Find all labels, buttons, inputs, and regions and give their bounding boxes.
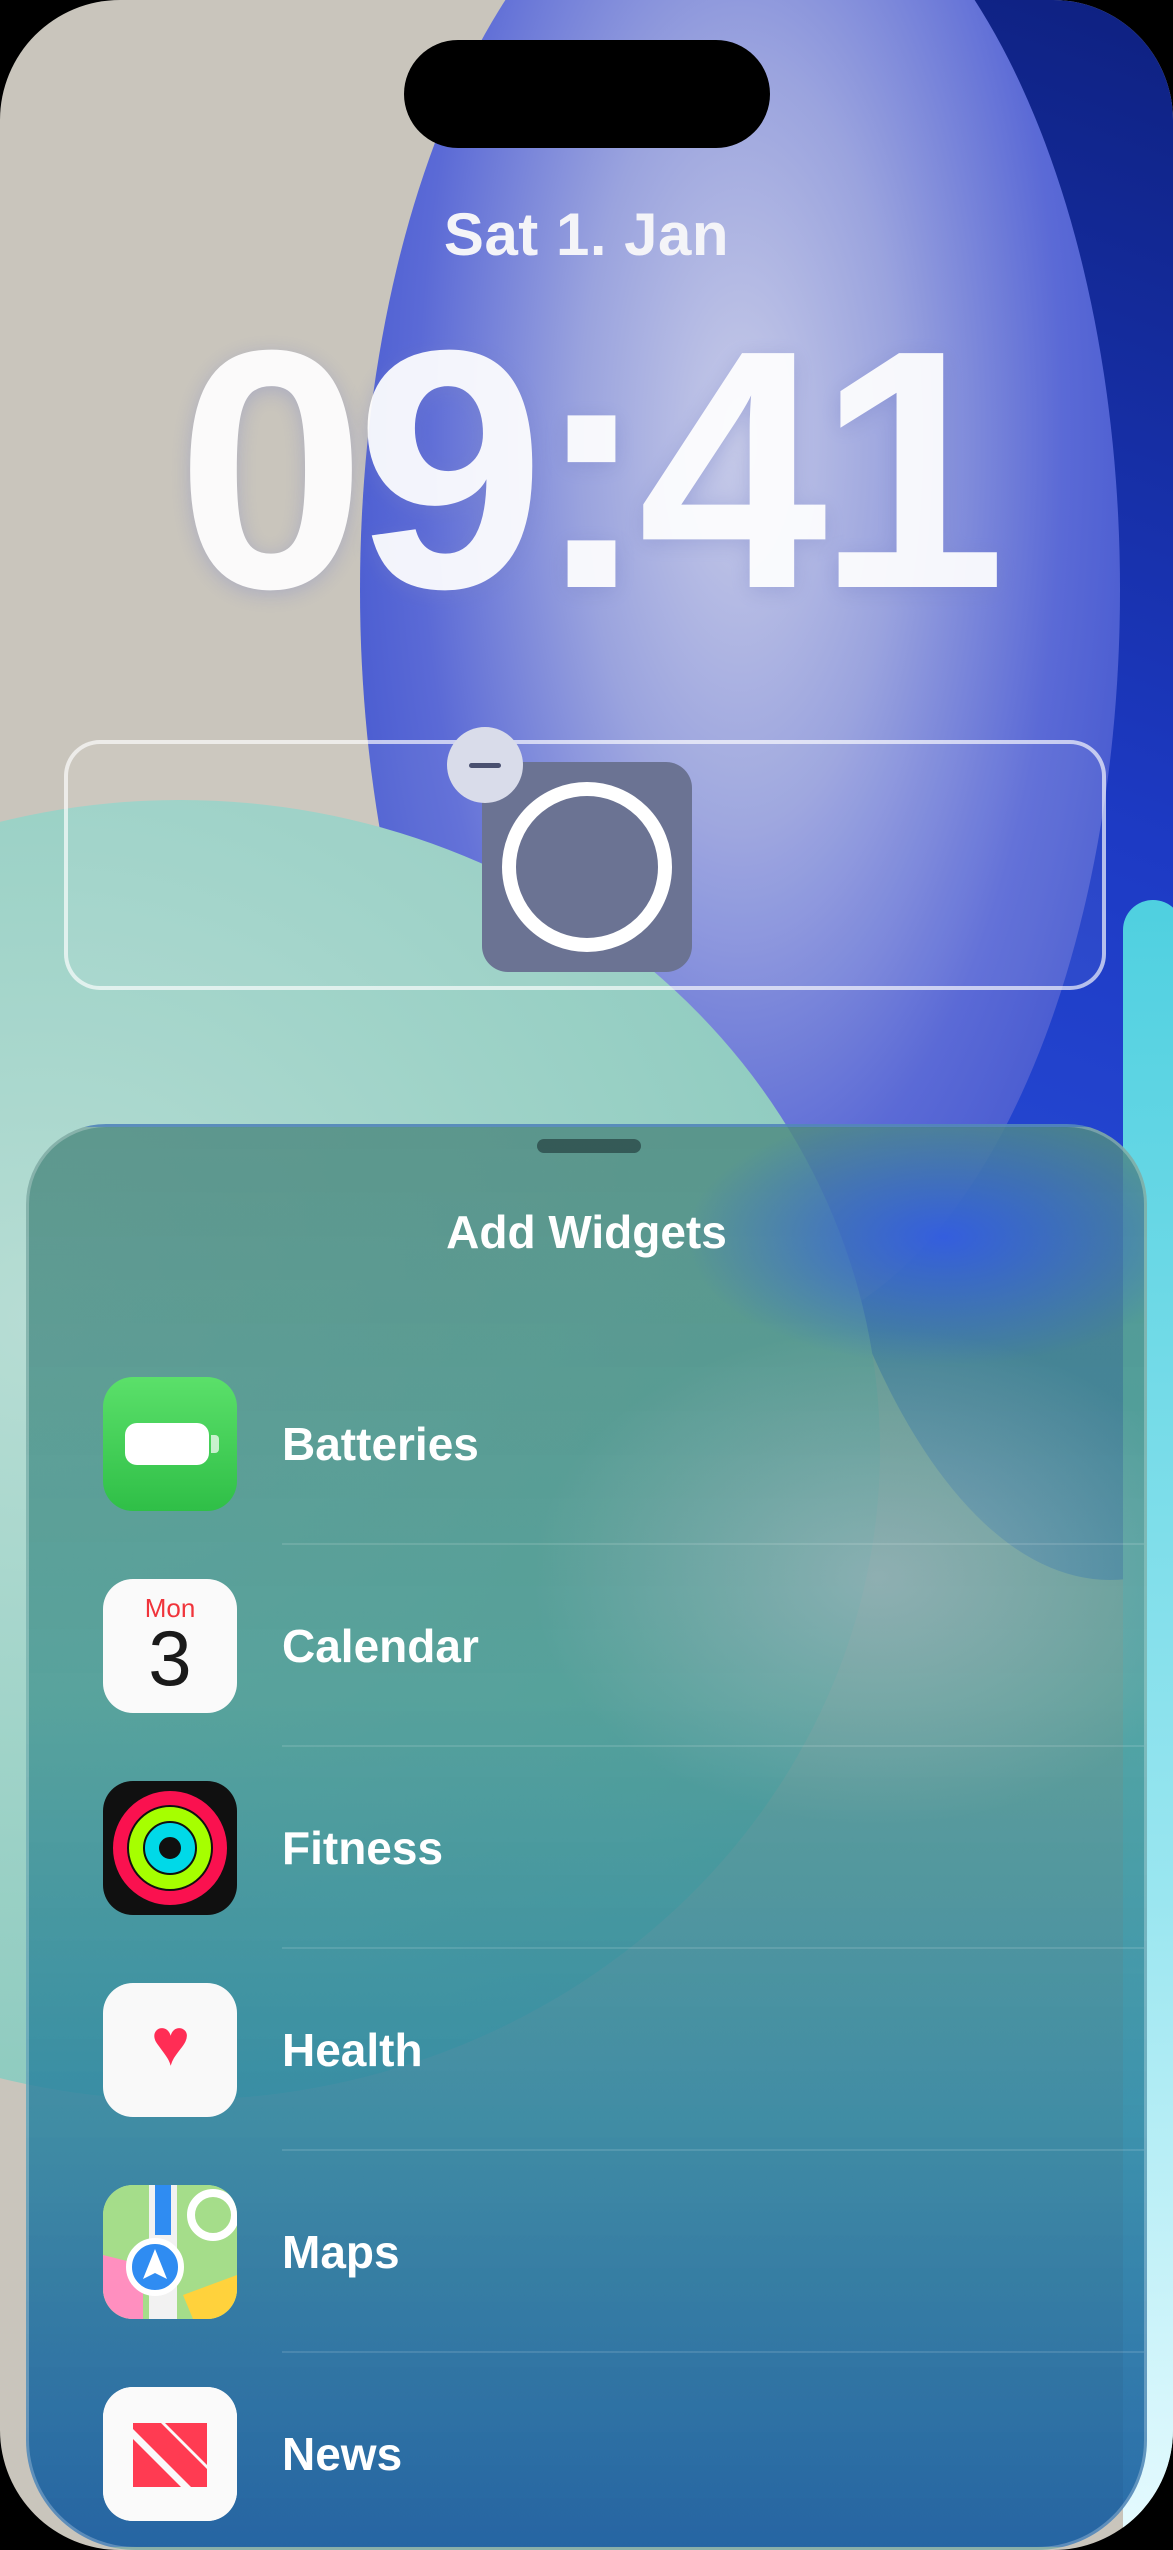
list-item-label: News bbox=[282, 2428, 403, 2480]
lock-date[interactable]: Sat 1. Jan bbox=[0, 200, 1173, 269]
remove-widget-button[interactable] bbox=[447, 727, 523, 803]
lock-screen: Sat 1. Jan 09:41 Add Widgets Batteries M… bbox=[0, 0, 1173, 2550]
sheet-grabber[interactable] bbox=[537, 1139, 641, 1153]
list-item-calendar[interactable]: Mon 3 Calendar bbox=[29, 1579, 1144, 1781]
add-widgets-sheet: Add Widgets Batteries Mon 3 Calendar Fit… bbox=[26, 1124, 1147, 2550]
list-item-news[interactable]: News bbox=[29, 2387, 1144, 2547]
list-item-fitness[interactable]: Fitness bbox=[29, 1781, 1144, 1983]
fitness-icon bbox=[103, 1781, 237, 1915]
list-item-label: Fitness bbox=[282, 1822, 444, 1874]
widget-app-list: Batteries Mon 3 Calendar Fitness ♥ Healt… bbox=[29, 1377, 1144, 2547]
list-item-label: Batteries bbox=[282, 1418, 479, 1470]
health-icon: ♥ bbox=[103, 1983, 237, 2117]
calendar-icon: Mon 3 bbox=[103, 1579, 237, 1713]
list-item-maps[interactable]: Maps bbox=[29, 2185, 1144, 2387]
list-item-health[interactable]: ♥ Health bbox=[29, 1983, 1144, 2185]
list-item-batteries[interactable]: Batteries bbox=[29, 1377, 1144, 1579]
list-item-label: Maps bbox=[282, 2226, 400, 2278]
ring-icon bbox=[502, 782, 672, 952]
lock-time[interactable]: 09:41 bbox=[0, 300, 1173, 640]
maps-icon bbox=[103, 2185, 237, 2319]
sheet-title: Add Widgets bbox=[446, 1206, 727, 1258]
list-item-label: Health bbox=[282, 2024, 423, 2076]
batteries-icon bbox=[103, 1377, 237, 1511]
list-item-label: Calendar bbox=[282, 1620, 479, 1672]
dynamic-island bbox=[404, 40, 770, 148]
news-icon bbox=[103, 2387, 237, 2521]
